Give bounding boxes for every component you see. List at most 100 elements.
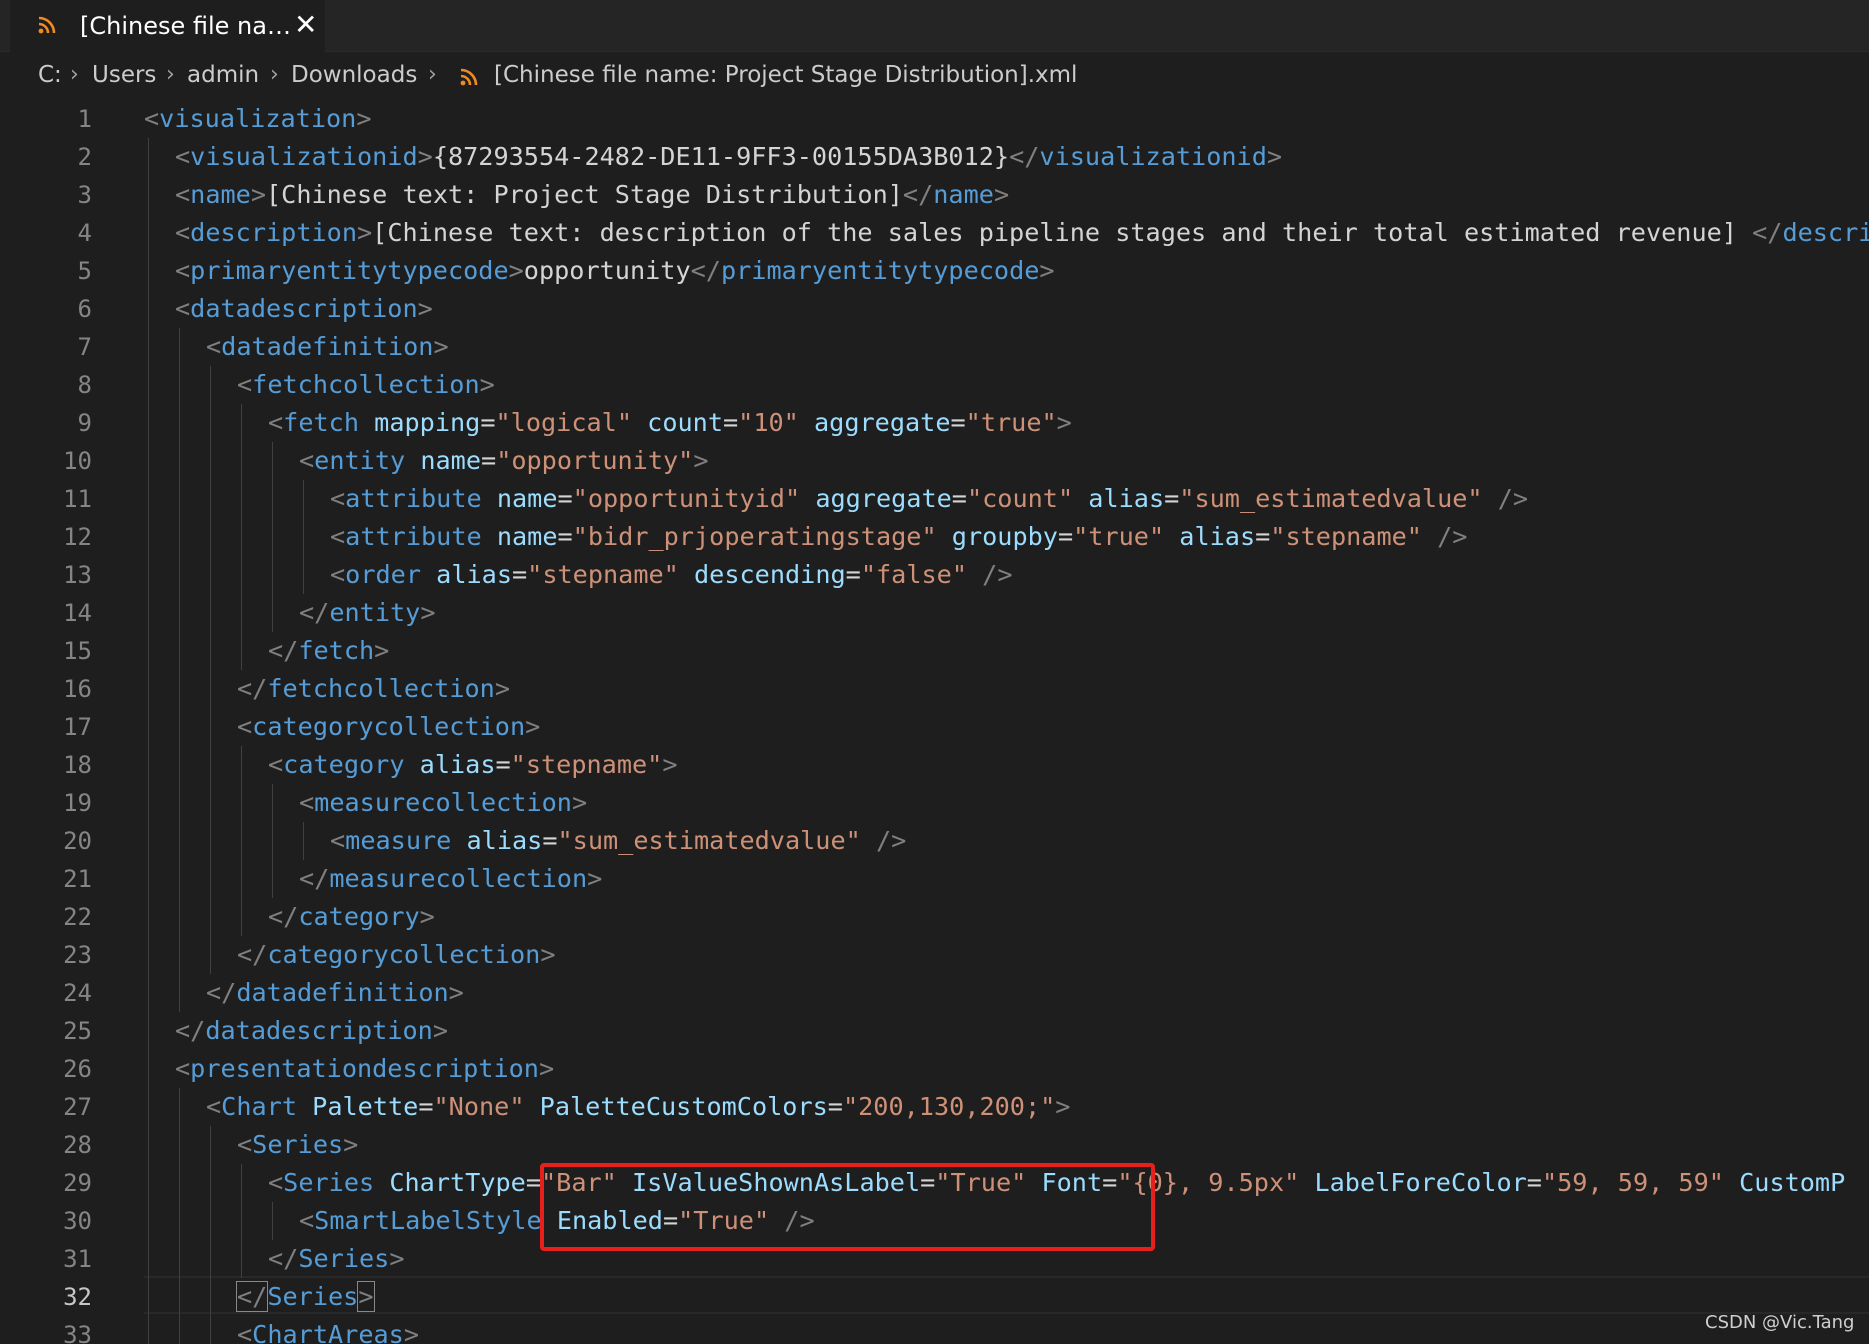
code-text: <measurecollection> (299, 784, 587, 822)
code-line[interactable]: 14 </entity> (0, 594, 1869, 632)
token-str: "true" (1073, 522, 1165, 551)
token-tag: description (190, 218, 357, 247)
token-attr: name (496, 522, 558, 551)
token-tag: datadefinition (236, 978, 449, 1007)
code-line[interactable]: 3 <name>[Chinese text: Project Stage Dist… (0, 176, 1869, 214)
token-attr: alias (466, 826, 543, 855)
token-punctuation: < (237, 1320, 253, 1344)
token-punctuation: > (420, 598, 436, 627)
token-tag: category (298, 902, 420, 931)
token-attr: LabelForeColor (1314, 1168, 1527, 1197)
token-tag: primaryentitytypecode (190, 256, 509, 285)
token-punctuation: < (206, 1092, 222, 1121)
code-text: <fetchcollection> (237, 366, 495, 404)
breadcrumb-item-admin[interactable]: admin (187, 62, 259, 88)
code-line[interactable]: 28 <Series> (0, 1126, 1869, 1164)
token-punctuation: </ (690, 256, 721, 285)
code-line[interactable]: 12 <attribute name="bidr_prjoperatingstag… (0, 518, 1869, 556)
token-attr: PaletteCustomColors (539, 1092, 828, 1121)
token-punctuation: > (356, 104, 372, 133)
code-line[interactable]: 2 <visualizationid>{87293554-2482-DE11-9F… (0, 138, 1869, 176)
token-txt: = (480, 408, 496, 437)
line-number: 13 (63, 561, 92, 589)
code-text: </datadefinition> (206, 974, 464, 1012)
code-line[interactable]: 18 <category alias="stepname"> (0, 746, 1869, 784)
token-str: "59, 59, 59" (1541, 1168, 1724, 1197)
token-tag: primaryentitytypecode (720, 256, 1040, 285)
token-punctuation: < (299, 788, 315, 817)
token-attr: groupby (951, 522, 1058, 551)
line-number: 18 (63, 751, 92, 779)
code-line[interactable]: 32 </Series> (0, 1278, 1869, 1316)
breadcrumb-item-downloads[interactable]: Downloads (291, 62, 417, 88)
code-line[interactable]: 10 <entity name="opportunity"> (0, 442, 1869, 480)
code-line[interactable]: 13 <order alias="stepname" descending="fa… (0, 556, 1869, 594)
code-line[interactable]: 21 </measurecollection> (0, 860, 1869, 898)
token-tag: attribute (345, 522, 482, 551)
code-line[interactable]: 25 </datadescription> (0, 1012, 1869, 1050)
token-attr: alias (1088, 484, 1165, 513)
code-text: <Chart Palette="None" PaletteCustomColor… (206, 1088, 1070, 1126)
chevron-right-icon: › (166, 62, 175, 87)
code-line[interactable]: 15 </fetch> (0, 632, 1869, 670)
code-line[interactable]: 1 <visualization> (0, 100, 1869, 138)
code-line[interactable]: 4 <description>[Chinese text: description… (0, 214, 1869, 252)
code-line[interactable]: 33 <ChartAreas> (0, 1316, 1869, 1344)
code-line[interactable]: 22 </category> (0, 898, 1869, 936)
token-punctuation: < (330, 484, 346, 513)
token-attr: name (496, 484, 558, 513)
breadcrumb: C: › Users › admin › Downloads › [Chines… (0, 54, 1869, 100)
code-line[interactable]: 6 <datadescription> (0, 290, 1869, 328)
close-icon[interactable]: ✕ (294, 5, 317, 45)
token-punctuation: /> (966, 560, 1013, 589)
line-number: 20 (63, 827, 92, 855)
code-text: <visualizationid>{87293554-2482-DE11-9FF… (175, 138, 1282, 176)
code-line[interactable]: 19 <measurecollection> (0, 784, 1869, 822)
token-punctuation: </ (299, 598, 330, 627)
token-punctuation: </ (206, 978, 237, 1007)
code-line[interactable]: 20 <measure alias="sum_estimatedvalue" /> (0, 822, 1869, 860)
code-line[interactable]: 9 <fetch mapping="logical" count="10" agg… (0, 404, 1869, 442)
line-number: 4 (77, 219, 92, 247)
breadcrumb-item-file[interactable]: [Chinese file name: Project Stage Distri… (494, 62, 1077, 88)
code-line[interactable]: 11 <attribute name="opportunityid" aggreg… (0, 480, 1869, 518)
token-tag: datadescription (190, 294, 418, 323)
editor-tab[interactable]: [Chinese file name: Project Stage Distri… (10, 0, 325, 52)
token-punctuation: </ (175, 1016, 206, 1045)
line-number: 25 (63, 1017, 92, 1045)
token-txt: = (481, 446, 497, 475)
code-line[interactable]: 26 <presentationdescription> (0, 1050, 1869, 1088)
token-punctuation: > (250, 180, 267, 209)
token-str: "stepname" (527, 560, 679, 589)
code-line[interactable]: 17 <categorycollection> (0, 708, 1869, 746)
code-line[interactable]: 8 <fetchcollection> (0, 366, 1869, 404)
token-punctuation: < (330, 560, 346, 589)
token-attr: CustomP (1739, 1168, 1846, 1197)
token-punctuation: > (1266, 142, 1283, 171)
token-tag: Chart (221, 1092, 297, 1121)
token-tag: fetch (298, 636, 375, 665)
code-text: <category alias="stepname"> (268, 746, 678, 784)
code-line[interactable]: 24 </datadefinition> (0, 974, 1869, 1012)
code-line[interactable]: 16 </fetchcollection> (0, 670, 1869, 708)
chevron-right-icon: › (270, 62, 279, 87)
code-line[interactable]: 23 </categorycollection> (0, 936, 1869, 974)
line-number: 7 (77, 333, 92, 361)
code-text: <Series> (237, 1126, 358, 1164)
token-txt: = (525, 1168, 541, 1197)
code-line[interactable]: 7 <datadefinition> (0, 328, 1869, 366)
code-editor[interactable]: 1 <visualization> 2 <visualizationid>{87293… (0, 100, 1869, 1344)
breadcrumb-item-drive[interactable]: C: (38, 62, 62, 88)
token-attr: ChartType (389, 1168, 526, 1197)
token-txt: = (950, 408, 966, 437)
breadcrumb-item-users[interactable]: Users (92, 62, 156, 88)
code-line[interactable]: 27 <Chart Palette="None" PaletteCustomCol… (0, 1088, 1869, 1126)
token-tag: entity (329, 598, 421, 627)
code-line[interactable]: 5 <primaryentitytypecode>opportunity</pri… (0, 252, 1869, 290)
token-punctuation: > (356, 218, 373, 247)
token-attr: alias (1179, 522, 1256, 551)
line-number: 2 (77, 143, 92, 171)
token-punctuation: > (662, 750, 678, 779)
